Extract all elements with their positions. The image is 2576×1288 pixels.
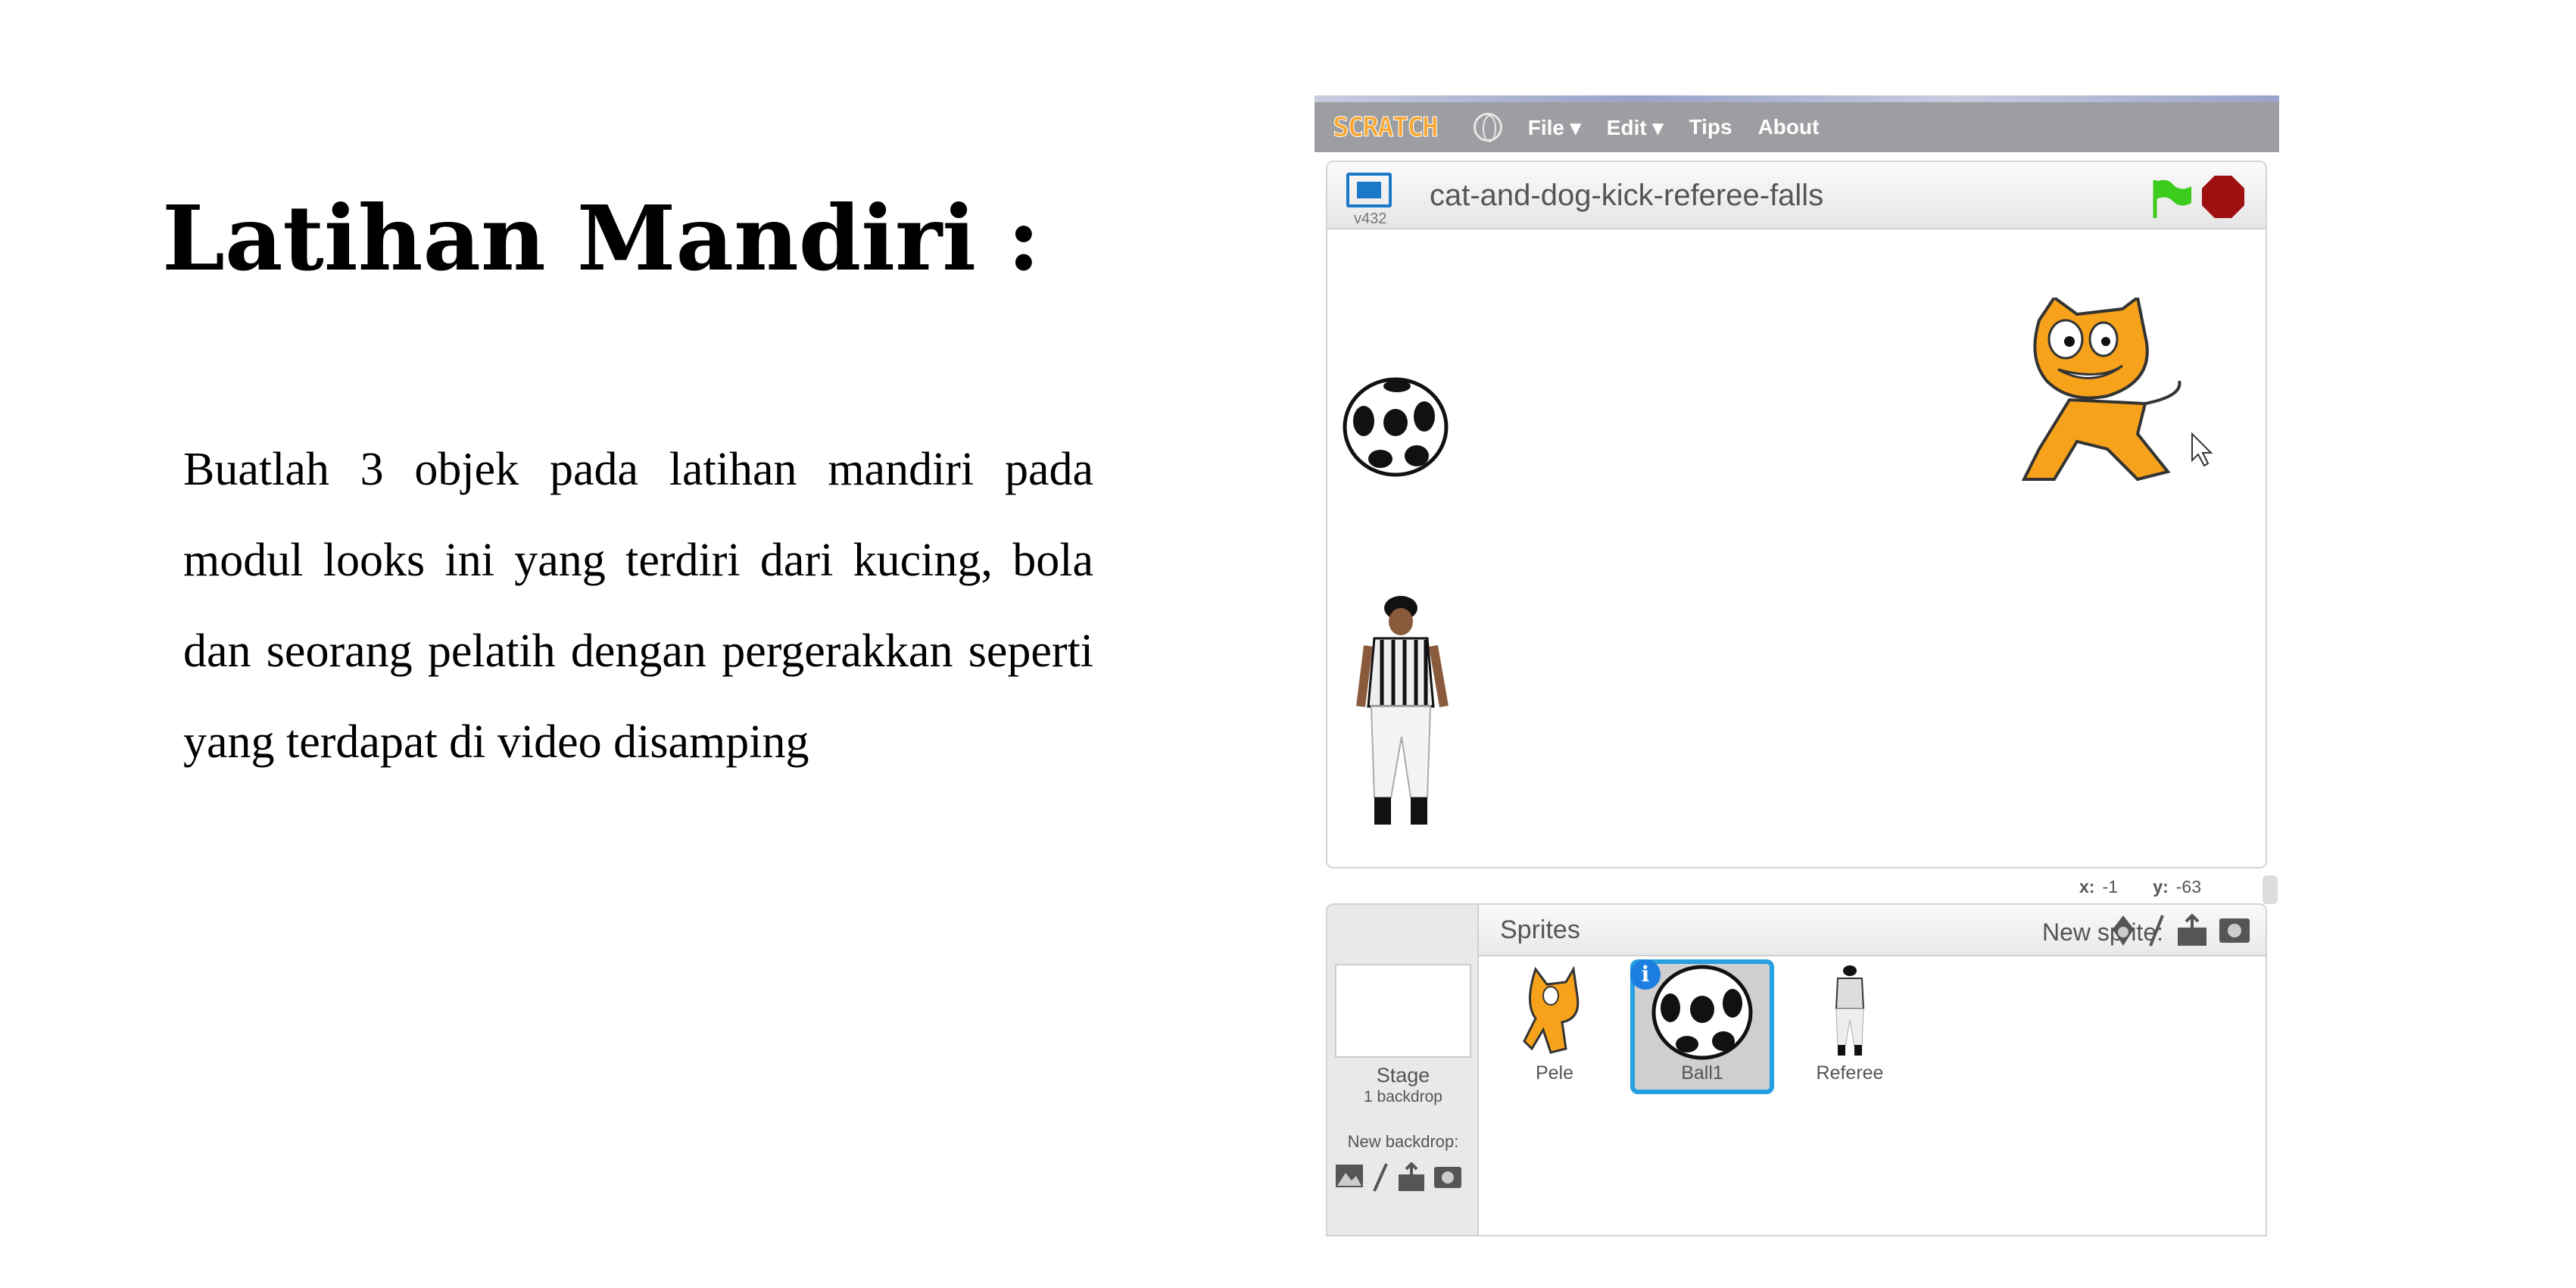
stage-column: Stage 1 backdrop New backdrop:	[1327, 905, 1479, 1235]
cat-thumbnail	[1523, 965, 1580, 1054]
stop-icon[interactable]	[2202, 176, 2244, 218]
scratch-editor: SCRATCH File ▾ Edit ▾ Tips About v432 ca…	[1315, 95, 2279, 1237]
new-backdrop-label: New backdrop:	[1347, 1132, 1459, 1151]
y-label: y:	[2153, 877, 2169, 897]
fullscreen-icon[interactable]	[1346, 173, 1392, 207]
collapse-handle[interactable]	[2263, 875, 2278, 904]
stage-label: Stage	[1376, 1064, 1430, 1087]
paint-sprite-icon[interactable]	[2147, 914, 2166, 947]
green-flag-icon[interactable]	[2149, 177, 2194, 220]
stage-panel: v432 cat-and-dog-kick-referee-falls	[1326, 161, 2267, 869]
referee-thumbnail	[1835, 965, 1865, 1056]
menu-tips[interactable]: Tips	[1689, 115, 1732, 139]
sprite-tile-ball1[interactable]: i Ball1	[1630, 959, 1774, 1094]
backdrop-count: 1 backdrop	[1364, 1088, 1442, 1106]
sprite-name: Referee	[1816, 1062, 1884, 1084]
sprite-library-icon[interactable]	[2110, 914, 2137, 947]
sprite-name: Pele	[1535, 1062, 1574, 1084]
sprite-tile-pele[interactable]: Pele	[1483, 959, 1626, 1094]
sprites-header: Sprites New sprite:	[1479, 905, 2266, 956]
menu-file[interactable]: File ▾	[1528, 115, 1581, 140]
menu-about[interactable]: About	[1758, 115, 1820, 139]
slide-paragraph: Buatlah 3 objek pada latihan mandiri pad…	[183, 444, 1093, 768]
upload-sprite-icon[interactable]	[2176, 914, 2208, 947]
upload-backdrop-icon[interactable]	[1397, 1162, 1426, 1193]
menu-edit[interactable]: Edit ▾	[1607, 115, 1664, 140]
ball-thumbnail	[1651, 965, 1753, 1060]
globe-icon[interactable]	[1473, 113, 1502, 142]
x-value: -1	[2102, 877, 2118, 897]
stage-canvas[interactable]	[1327, 229, 2266, 867]
camera-backdrop-icon[interactable]	[1433, 1162, 1462, 1190]
mouse-coordinates: x: -1 y: -63	[2079, 877, 2201, 897]
slide-title: Latihan Mandiri :	[162, 186, 1040, 291]
paint-backdrop-icon[interactable]	[1371, 1162, 1389, 1193]
ball-sprite[interactable]	[1343, 377, 1449, 477]
sprite-name: Ball1	[1681, 1062, 1723, 1084]
x-label: x:	[2079, 877, 2095, 897]
sprite-tile-referee[interactable]: Referee	[1778, 959, 1922, 1094]
project-title[interactable]: cat-and-dog-kick-referee-falls	[1430, 179, 1823, 213]
referee-sprite[interactable]	[1352, 593, 1450, 835]
window-top-strip	[1315, 95, 2279, 102]
backdrop-library-icon[interactable]	[1335, 1162, 1364, 1190]
stage-header: v432 cat-and-dog-kick-referee-falls	[1327, 162, 2266, 229]
camera-sprite-icon[interactable]	[2219, 914, 2250, 944]
version-label: v432	[1354, 211, 1387, 227]
sprites-pane: Stage 1 backdrop New backdrop: Sprites N…	[1326, 903, 2267, 1237]
sprites-label: Sprites	[1500, 915, 1580, 944]
y-value: -63	[2175, 877, 2201, 897]
menu-bar: SCRATCH File ▾ Edit ▾ Tips About	[1315, 102, 2279, 152]
scratch-logo[interactable]: SCRATCH	[1333, 111, 1439, 143]
stage-thumbnail[interactable]	[1335, 964, 1471, 1058]
cat-sprite[interactable]	[1994, 298, 2213, 487]
info-icon[interactable]: i	[1630, 959, 1661, 990]
